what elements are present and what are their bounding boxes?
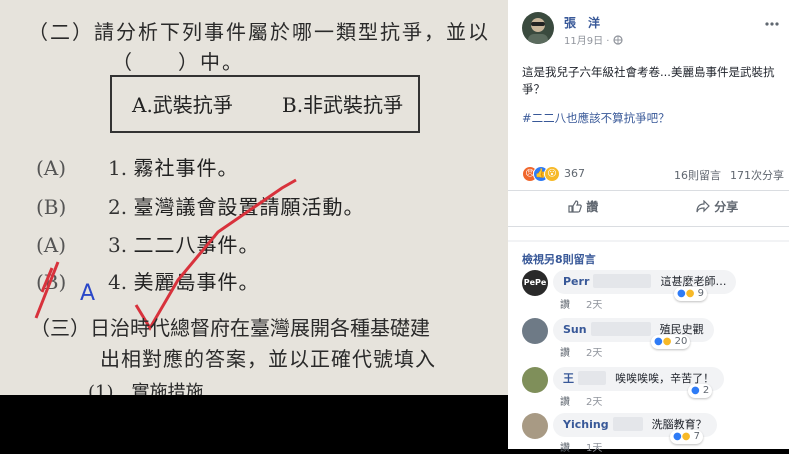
comments-count[interactable]: 16則留言	[674, 167, 721, 183]
share-button[interactable]: 分享	[696, 198, 738, 215]
share-arrow-icon	[696, 199, 710, 213]
comment-reaction-count: 9	[697, 288, 705, 299]
like-reaction-icon: ●	[673, 431, 682, 442]
correction-letter: A	[80, 281, 95, 306]
commenter-avatar[interactable]: PePe	[522, 270, 548, 296]
comment-like-link[interactable]: 讚	[560, 393, 570, 408]
post-meta: 11月9日 ·	[564, 32, 623, 47]
sad-reaction-icon: ●	[685, 288, 695, 299]
shares-count[interactable]: 171次分享	[730, 167, 784, 183]
commenter-name[interactable]: Perr	[563, 275, 589, 288]
commenter-name[interactable]: Yiching	[563, 418, 609, 431]
check-mark	[134, 178, 297, 331]
redacted-name	[593, 273, 652, 288]
avatar-text: PePe	[523, 278, 547, 287]
redacted-name	[612, 416, 643, 431]
post-text: 這是我兒子六年級社會考卷...美麗島事件是武裝抗爭？	[522, 65, 775, 96]
comment-reactions[interactable]: ●● 9	[674, 287, 708, 301]
globe-icon	[613, 35, 623, 45]
reaction-count: 367	[564, 167, 585, 180]
commenter-avatar[interactable]	[522, 367, 548, 393]
comment-bubble: Perr 這甚麼老師…	[553, 270, 737, 294]
comment-reactions[interactable]: ●● 20	[651, 335, 691, 349]
redacted-name	[590, 321, 651, 336]
like-reaction-icon: ●	[691, 385, 700, 396]
divider	[508, 226, 789, 227]
comment-like-link[interactable]: 讚	[560, 439, 570, 454]
sad-reaction-icon: ●	[662, 336, 672, 347]
comment-reaction-count: 7	[693, 431, 701, 442]
comments-divider	[508, 240, 789, 242]
comment-bubble: Sun 殖民史觀	[553, 318, 714, 342]
share-label: 分享	[714, 200, 739, 214]
comment-age[interactable]: 2天	[586, 296, 602, 311]
comment-reaction-count: 20	[674, 336, 688, 347]
redacted-name	[578, 370, 606, 385]
like-button[interactable]: 讚	[568, 198, 598, 215]
comment-reactions[interactable]: ●● 7	[670, 430, 704, 444]
comment-like-link[interactable]: 讚	[560, 296, 570, 311]
comment-age[interactable]: 1天	[586, 439, 602, 454]
comment-age[interactable]: 2天	[586, 393, 602, 408]
strike-mark	[34, 261, 60, 319]
comment-reactions[interactable]: ● 2	[688, 384, 713, 398]
commenter-avatar[interactable]	[522, 318, 548, 344]
view-more-comments[interactable]: 檢視另8則留言	[522, 251, 596, 267]
comment-reaction-count: 2	[702, 385, 710, 396]
author-avatar[interactable]	[522, 12, 554, 44]
photo-letterbox	[0, 395, 508, 449]
avatar-image	[528, 18, 548, 44]
worksheet-photo: （二）請分析下列事件屬於哪一類型抗爭，並以 （ ）中。 A.武裝抗爭 B.非武裝…	[0, 0, 508, 395]
question-3-subline: 出相對應的答案，並以正確代號填入	[100, 347, 436, 371]
like-reaction-icon: ●	[677, 288, 686, 299]
wow-reaction-icon: 😮	[544, 166, 560, 182]
author-name[interactable]: 張 洋	[564, 14, 600, 31]
commenter-name[interactable]: Sun	[563, 323, 587, 336]
comment-like-link[interactable]: 讚	[560, 344, 570, 359]
meta-separator: ·	[606, 36, 610, 47]
like-reaction-icon: ●	[654, 336, 663, 347]
facebook-post-panel: 張 洋 11月9日 · 這是我兒子六年級社會考卷...美麗島事件是武裝抗爭？ #…	[508, 0, 789, 454]
thumbs-up-icon	[568, 200, 582, 213]
more-options-icon[interactable]	[764, 14, 780, 26]
question-3-item: (1) 實施措施	[88, 382, 204, 395]
comment-age[interactable]: 2天	[586, 344, 602, 359]
post-date[interactable]: 11月9日	[564, 36, 603, 47]
like-label: 讚	[586, 200, 599, 214]
hashtag-link[interactable]: #二二八也應該不算抗爭吧？	[522, 110, 670, 126]
sad-reaction-icon: ●	[681, 431, 691, 442]
divider	[508, 190, 789, 191]
question-3-heading: （三）日治時代總督府在臺灣展開各種基礎建	[30, 316, 430, 340]
commenter-name[interactable]: 王	[563, 372, 574, 385]
commenter-avatar[interactable]	[522, 413, 548, 439]
